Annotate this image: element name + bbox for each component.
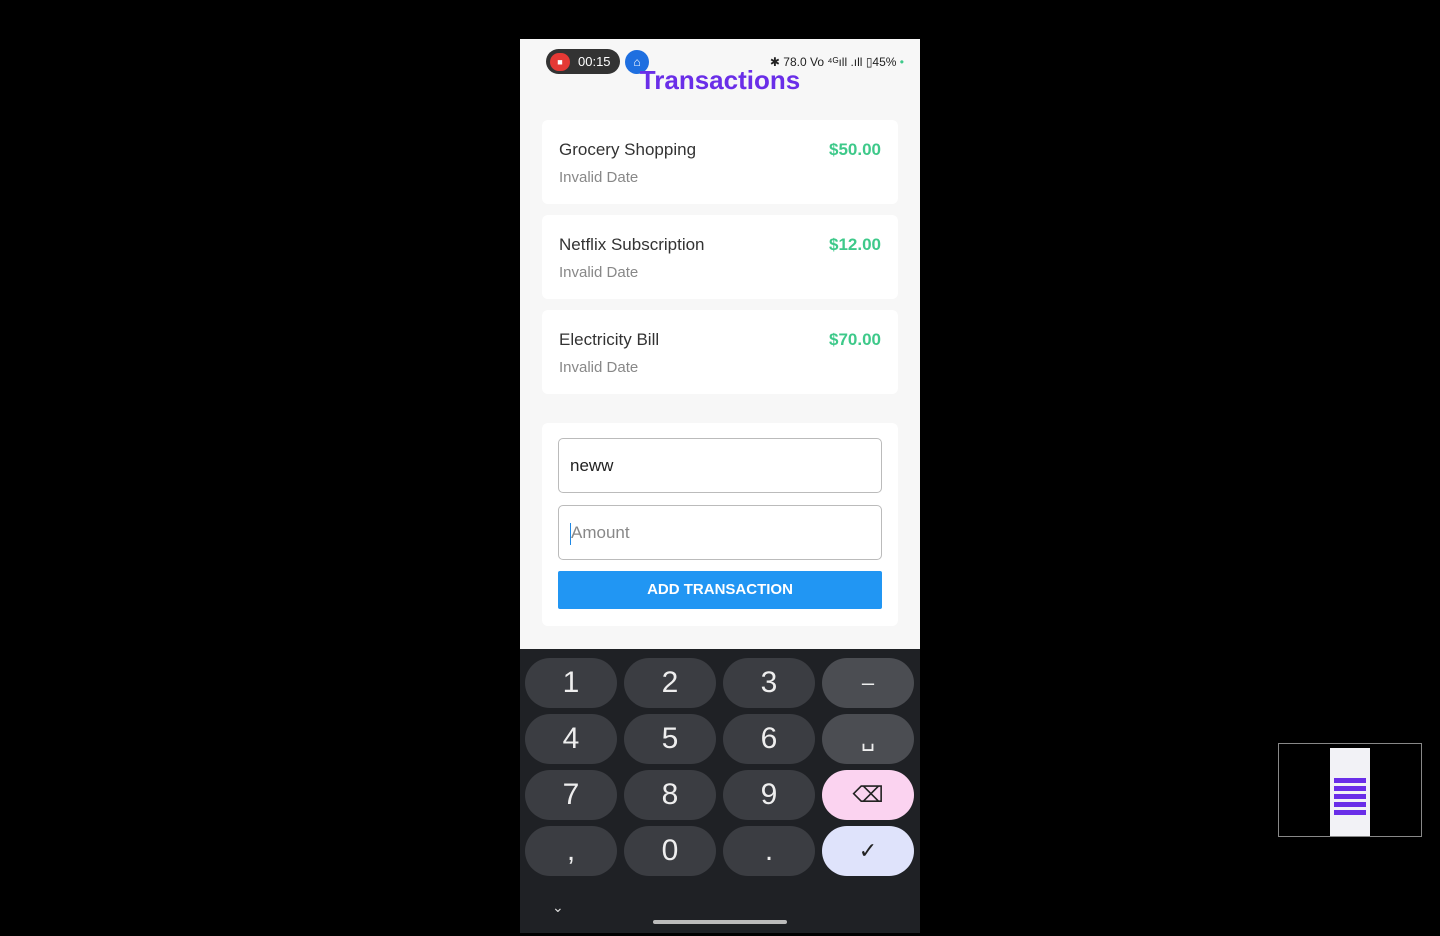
add-transaction-button[interactable]: ADD TRANSACTION: [558, 571, 882, 609]
key-1[interactable]: 1: [525, 658, 617, 708]
transaction-card: Electricity Bill Invalid Date $70.00: [542, 310, 898, 394]
transaction-amount: $50.00: [829, 140, 881, 159]
transaction-amount: $70.00: [829, 330, 881, 349]
amount-input[interactable]: Amount: [558, 505, 882, 560]
key-7[interactable]: 7: [525, 770, 617, 820]
transaction-card: Grocery Shopping Invalid Date $50.00: [542, 120, 898, 204]
key-5[interactable]: 5: [624, 714, 716, 764]
transaction-date: Invalid Date: [559, 359, 639, 376]
period-key[interactable]: .: [723, 826, 815, 876]
transaction-date: Invalid Date: [559, 169, 639, 186]
key-3[interactable]: 3: [723, 658, 815, 708]
transaction-name: Grocery Shopping: [559, 140, 697, 159]
phone-screen: ■ 00:15 ⌂ ✱ 78.0 Vo ⁴ᴳıll .ıll ▯45% • Tra…: [520, 39, 920, 933]
minus-key[interactable]: –: [822, 658, 914, 708]
comma-key[interactable]: ,: [525, 826, 617, 876]
screenshot-thumbnail[interactable]: [1278, 743, 1422, 837]
transaction-name: Electricity Bill: [559, 330, 660, 349]
transaction-name: Netflix Subscription: [559, 235, 705, 254]
thumbnail-preview: [1330, 748, 1370, 836]
name-input[interactable]: neww: [558, 438, 882, 493]
done-key[interactable]: ✓: [822, 826, 914, 876]
key-4[interactable]: 4: [525, 714, 617, 764]
add-transaction-form: neww Amount ADD TRANSACTION: [542, 423, 898, 626]
collapse-keyboard-icon[interactable]: ⌄: [552, 899, 564, 916]
key-0[interactable]: 0: [624, 826, 716, 876]
numeric-keyboard: ⌄ 1 2 3– 4 5 6 ␣ 7 8 9 ⌫, 0. ✓: [520, 649, 920, 933]
key-8[interactable]: 8: [624, 770, 716, 820]
gesture-handle[interactable]: [653, 920, 787, 924]
transaction-card: Netflix Subscription Invalid Date $12.00: [542, 215, 898, 299]
backspace-key[interactable]: ⌫: [822, 770, 914, 820]
transaction-amount: $12.00: [829, 235, 881, 254]
space-key[interactable]: ␣: [822, 714, 914, 764]
key-2[interactable]: 2: [624, 658, 716, 708]
key-6[interactable]: 6: [723, 714, 815, 764]
transaction-date: Invalid Date: [559, 264, 639, 281]
key-9[interactable]: 9: [723, 770, 815, 820]
page-title: Transactions: [639, 65, 801, 95]
